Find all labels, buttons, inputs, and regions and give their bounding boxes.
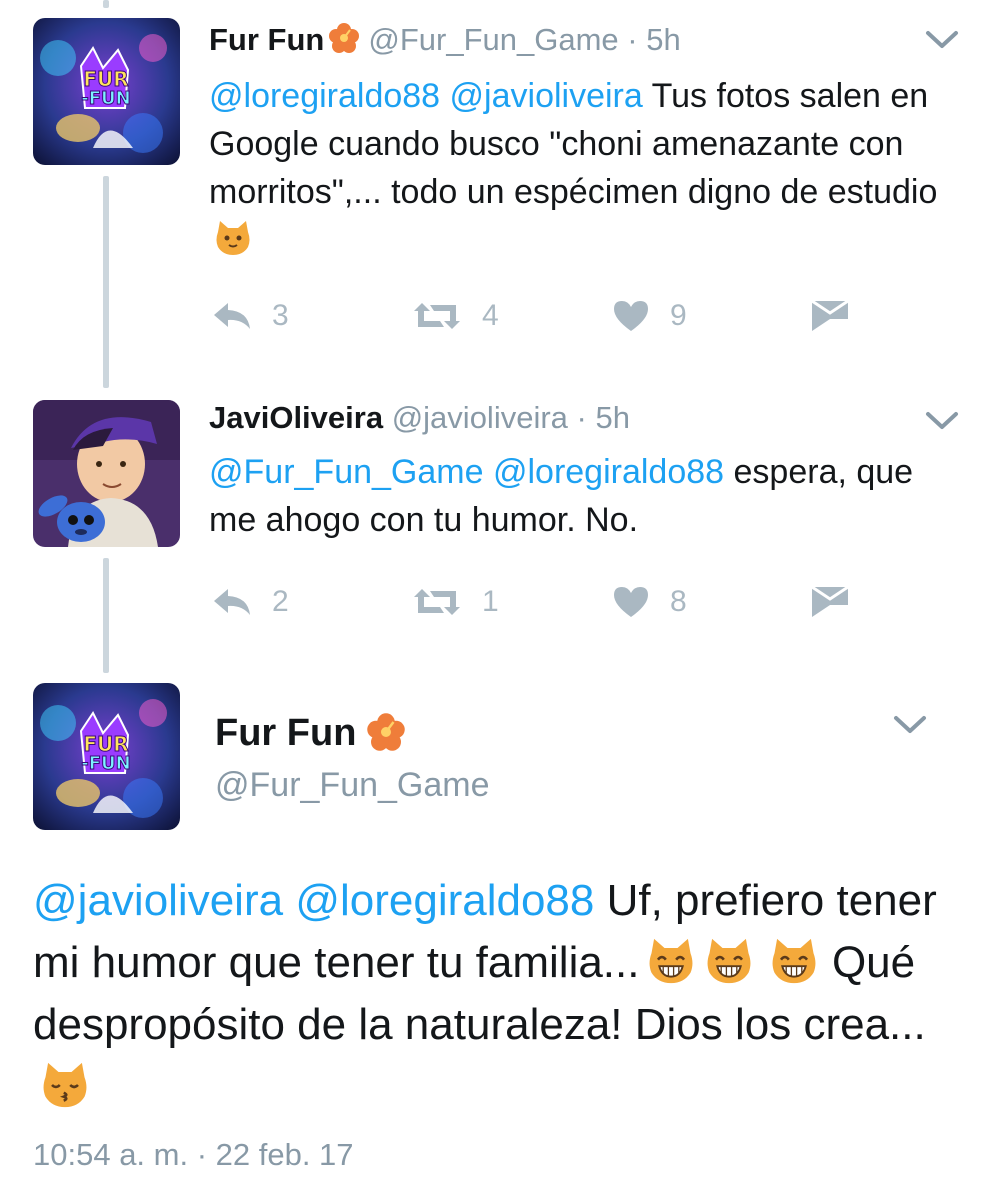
retweet-count: 4 (482, 299, 499, 332)
mention-link[interactable]: @loregiraldo88 (493, 453, 724, 491)
avatar-fur-fun[interactable]: FUR -FUN (33, 18, 180, 165)
reply-count: 2 (272, 585, 289, 618)
mention-link[interactable]: @javioliveira (33, 876, 283, 925)
thread-line (103, 176, 109, 388)
retweet-icon (414, 589, 460, 615)
chevron-down-icon[interactable] (925, 29, 959, 51)
grinning-cat-icon (703, 935, 755, 987)
message-button[interactable] (810, 296, 850, 336)
author-name[interactable]: Fur Fun (215, 712, 356, 754)
tweet-text: @loregiraldo88 @javioliveira Tus fotos s… (209, 72, 969, 264)
tweet-timestamp[interactable]: 10:54 a. m. · 22 feb. 17 (33, 1137, 354, 1173)
heart-icon (614, 587, 648, 617)
author-name[interactable]: Fur Fun (209, 22, 324, 57)
cat-face-icon (213, 218, 253, 258)
hibiscus-icon (328, 22, 360, 54)
retweet-button[interactable]: 4 (412, 296, 499, 336)
svg-text:-FUN: -FUN (81, 753, 130, 774)
thread-line (103, 0, 109, 8)
mention-link[interactable]: @javioliveira (450, 77, 643, 115)
svg-text:-FUN: -FUN (81, 88, 130, 109)
reply-button[interactable]: 2 (212, 582, 289, 622)
tweet-actions: 3 4 9 (212, 296, 872, 336)
separator-dot: · (627, 22, 638, 57)
tweet-header: JaviOliveira @javioliveira · 5h (209, 398, 630, 438)
like-count: 9 (670, 299, 687, 332)
mention-link[interactable]: @Fur_Fun_Game (209, 453, 484, 491)
hibiscus-icon (366, 712, 406, 752)
mention-link[interactable]: @loregiraldo88 (209, 77, 440, 115)
reply-icon (214, 589, 250, 615)
message-icon (811, 299, 849, 331)
thread-line (103, 558, 109, 673)
like-button[interactable]: 8 (612, 582, 687, 622)
retweet-count: 1 (482, 585, 499, 618)
like-count: 8 (670, 585, 687, 618)
avatar-javioliveira[interactable] (33, 400, 180, 547)
message-icon (811, 585, 849, 617)
author-name[interactable]: JaviOliveira (209, 400, 383, 435)
like-button[interactable]: 9 (612, 296, 687, 336)
author-handle[interactable]: @javioliveira (392, 400, 568, 435)
author-name-row: Fur Fun (215, 712, 414, 755)
heart-icon (614, 301, 648, 331)
tweet-time[interactable]: 5h (646, 22, 680, 57)
message-button[interactable] (810, 582, 850, 622)
avatar-fur-fun[interactable]: FUR -FUN (33, 683, 180, 830)
reply-icon (214, 303, 250, 329)
retweet-icon (414, 303, 460, 329)
author-handle[interactable]: @Fur_Fun_Game (368, 22, 618, 57)
retweet-button[interactable]: 1 (412, 582, 499, 622)
tweet-header: Fur Fun @Fur_Fun_Game · 5h (209, 20, 681, 60)
reply-count: 3 (272, 299, 289, 332)
chevron-down-icon[interactable] (893, 714, 927, 736)
mention-link[interactable]: @loregiraldo88 (295, 876, 594, 925)
chevron-down-icon[interactable] (925, 410, 959, 432)
tweet-time[interactable]: 5h (595, 400, 629, 435)
grinning-cat-icon (768, 935, 820, 987)
grinning-cat-icon (645, 935, 697, 987)
reply-button[interactable]: 3 (212, 296, 289, 336)
kissing-cat-icon (39, 1059, 91, 1111)
tweet-actions: 2 1 8 (212, 582, 872, 622)
author-handle[interactable]: @Fur_Fun_Game (215, 766, 490, 805)
tweet-text: @Fur_Fun_Game @loregiraldo88 espera, que… (209, 448, 969, 544)
main-tweet-text: @javioliveira @loregiraldo88 Uf, prefier… (33, 870, 968, 1118)
separator-dot: · (576, 400, 587, 435)
